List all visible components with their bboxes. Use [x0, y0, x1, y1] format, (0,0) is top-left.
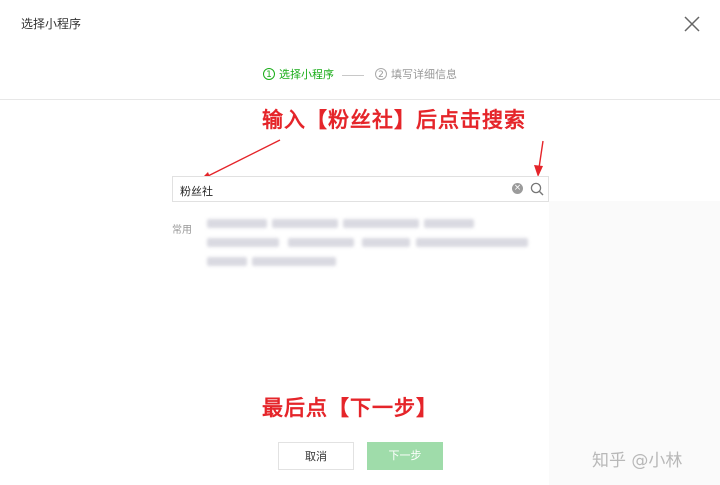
- recent-item[interactable]: [272, 219, 338, 228]
- watermark: 知乎 @小林: [592, 451, 683, 471]
- recent-item[interactable]: [252, 257, 336, 266]
- cancel-button[interactable]: 取消: [278, 442, 354, 470]
- search-value[interactable]: 粉丝社: [180, 183, 213, 199]
- recent-item[interactable]: [288, 238, 354, 247]
- annotation-bottom: 最后点【下一步】: [262, 396, 438, 420]
- right-panel: [549, 201, 720, 485]
- common-label: 常用: [172, 225, 192, 236]
- recent-item[interactable]: [343, 219, 419, 228]
- search-icon[interactable]: [529, 181, 545, 197]
- recent-item[interactable]: [207, 238, 279, 247]
- recent-item[interactable]: [362, 238, 410, 247]
- recent-item[interactable]: [207, 219, 267, 228]
- recent-item[interactable]: [416, 238, 528, 247]
- next-button[interactable]: 下一步: [367, 442, 443, 470]
- recent-item[interactable]: [207, 257, 247, 266]
- search-input[interactable]: 粉丝社 ×: [172, 176, 549, 202]
- recent-item[interactable]: [424, 219, 474, 228]
- arrow-to-search: [538, 140, 544, 169]
- clear-icon[interactable]: ×: [512, 183, 523, 194]
- arrow-to-input: [205, 139, 281, 178]
